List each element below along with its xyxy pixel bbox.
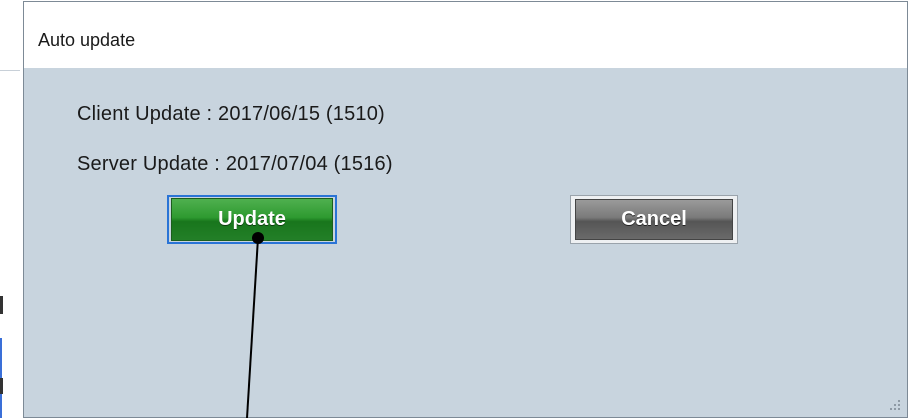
callout-pointer — [246, 232, 264, 418]
